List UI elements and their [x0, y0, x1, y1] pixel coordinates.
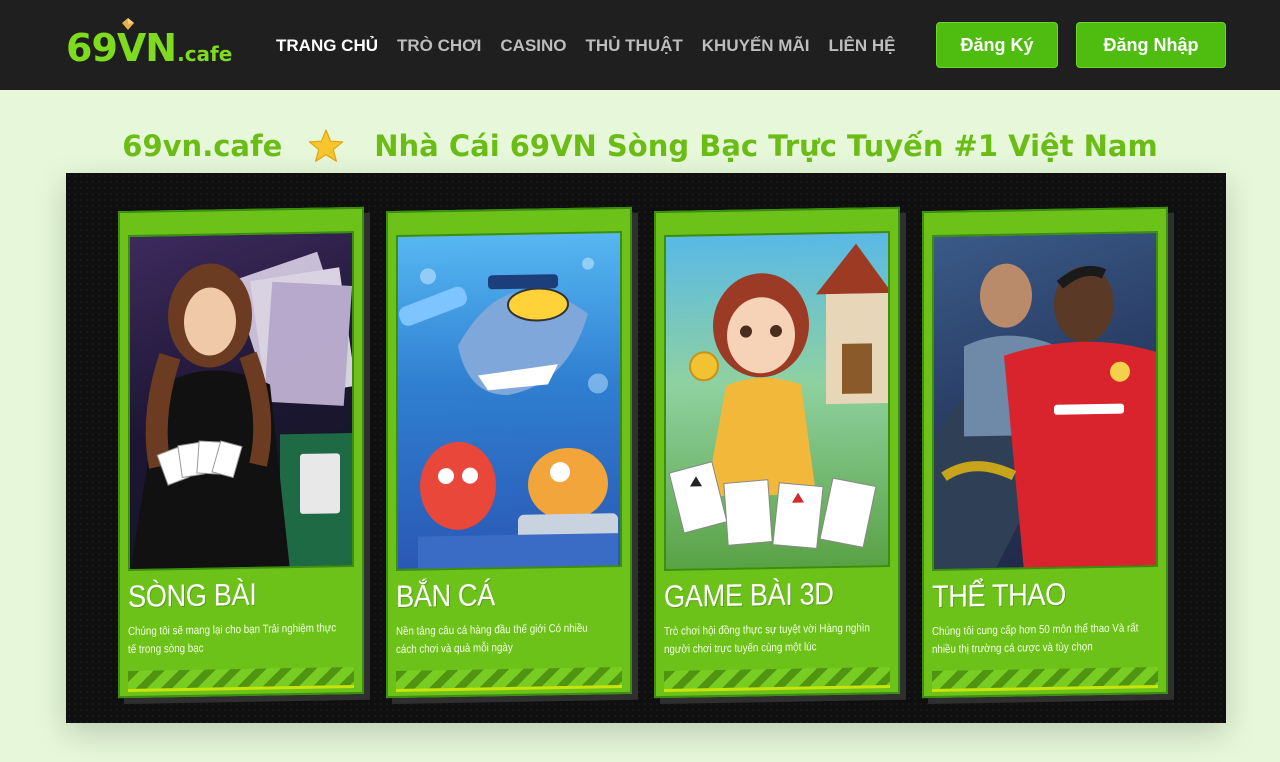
- card-description: Chúng tôi sẽ mang lại cho bạn Trải nghiệ…: [128, 622, 337, 656]
- card-title: GAME BÀI 3D: [664, 576, 834, 614]
- logo-main-text: 69VN: [66, 26, 177, 70]
- star-icon: [309, 129, 344, 162]
- card-title: SÒNG BÀI: [128, 576, 257, 614]
- nav-item-tips[interactable]: THỦ THUẬT: [586, 34, 683, 58]
- nav-item-casino[interactable]: CASINO: [500, 34, 566, 58]
- page-title-site: 69vn.cafe: [122, 129, 283, 163]
- page-title-main: Nhà Cái 69VN Sòng Bạc Trực Tuyến #1 Việt…: [374, 129, 1158, 163]
- football-players-illustration: [934, 263, 1158, 571]
- card-description: Trò chơi hội đồng thực sự tuyệt vời Hàng…: [664, 622, 870, 656]
- register-button[interactable]: Đăng Ký: [936, 22, 1058, 68]
- card-game-girl-image: [664, 231, 890, 571]
- card-title: BẮN CÁ: [396, 577, 495, 614]
- card-game-illustration: [668, 243, 890, 549]
- site-logo[interactable]: 69VN .cafe: [66, 18, 246, 70]
- card-3d-cards[interactable]: GAME BÀI 3D Trò chơi hội đồng thực sự tu…: [654, 206, 900, 699]
- card-description: Chúng tôi cung cấp hơn 50 môn thể thao V…: [932, 622, 1139, 656]
- football-players-image: [932, 231, 1158, 571]
- card-sports[interactable]: THỂ THAO Chúng tôi cung cấp hơn 50 môn t…: [922, 206, 1168, 699]
- nav-item-games[interactable]: TRÒ CHƠI: [397, 34, 481, 58]
- site-header: 69VN .cafe TRANG CHỦ TRÒ CHƠI CASINO THỦ…: [0, 0, 1280, 90]
- casino-dealer-image: [128, 231, 354, 571]
- fish-shooting-image: [396, 231, 622, 571]
- nav-item-home[interactable]: TRANG CHỦ: [276, 34, 378, 58]
- page-title: 69vn.cafe Nhà Cái 69VN Sòng Bạc Trực Tuy…: [0, 124, 1280, 168]
- logo-gem-icon: [122, 18, 134, 30]
- card-fishing[interactable]: BẮN CÁ Nền tảng câu cá hàng đầu thế giới…: [386, 206, 632, 699]
- fish-shooting-illustration: [398, 257, 618, 571]
- main-nav: TRANG CHỦ TRÒ CHƠI CASINO THỦ THUẬT KHUY…: [276, 34, 915, 58]
- card-description: Nền tảng câu cá hàng đầu thế giới Có nhi…: [396, 622, 588, 656]
- hero-banner: SÒNG BÀI Chúng tôi sẽ mang lại cho bạn T…: [66, 173, 1226, 723]
- nav-item-promotions[interactable]: KHUYẾN MÃI: [702, 34, 810, 58]
- card-title: THỂ THAO: [932, 576, 1066, 614]
- login-button[interactable]: Đăng Nhập: [1076, 22, 1226, 68]
- casino-dealer-illustration: [130, 251, 354, 571]
- logo-sub-text: .cafe: [177, 42, 233, 66]
- card-casino[interactable]: SÒNG BÀI Chúng tôi sẽ mang lại cho bạn T…: [118, 206, 364, 699]
- nav-item-contact[interactable]: LIÊN HỆ: [828, 34, 895, 58]
